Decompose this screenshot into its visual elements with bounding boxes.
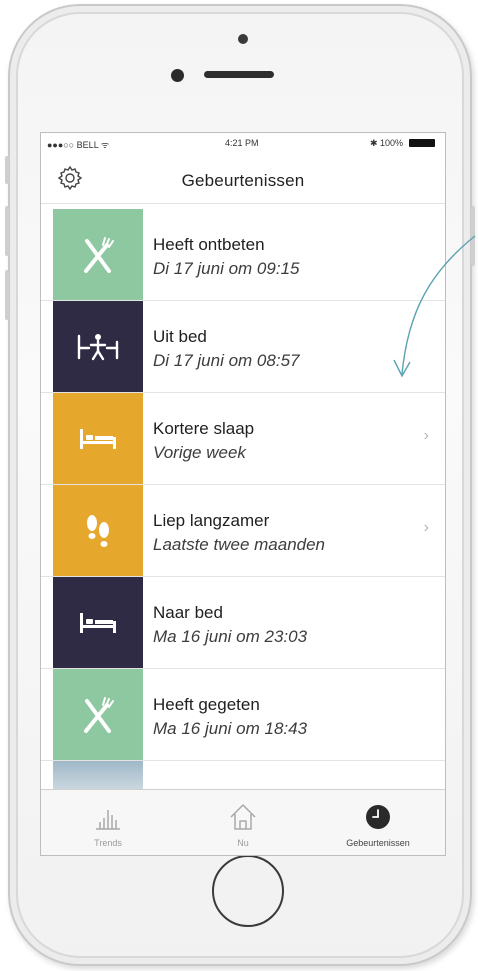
chevron-right-icon[interactable]: › xyxy=(424,427,429,445)
event-icon-tile xyxy=(53,577,143,668)
event-icon-tile xyxy=(53,485,143,576)
event-icon-tile xyxy=(53,669,143,760)
event-subtitle: Di 17 juni om 09:15 xyxy=(153,259,300,278)
event-title: Kortere slaap xyxy=(153,419,255,438)
tab-label: Trends xyxy=(94,838,122,848)
event-icon-tile xyxy=(53,301,143,392)
front-camera xyxy=(171,69,184,82)
camera-dot xyxy=(238,34,248,44)
bar-chart-icon xyxy=(96,810,120,830)
clock-label: 4:21 PM xyxy=(225,138,259,148)
event-row-partial[interactable] xyxy=(41,761,445,791)
page-title: Gebeurtenissen xyxy=(181,171,305,190)
earpiece-speaker xyxy=(204,71,274,78)
chevron-right-icon[interactable]: › xyxy=(424,519,429,537)
tab-gebeurtenissen[interactable]: Gebeurtenissen xyxy=(311,790,445,855)
status-bar: ●●●○○ BELL ᯤ 4:21 PM ✱ 100% xyxy=(41,133,445,153)
mute-switch xyxy=(5,156,9,184)
bed-icon xyxy=(80,612,116,633)
event-row[interactable]: Liep langzamer Laatste twee maanden › xyxy=(41,485,445,577)
tab-nu[interactable]: Nu xyxy=(176,790,310,855)
event-list: Heeft ontbeten Di 17 juni om 09:15 Uit b… xyxy=(41,209,445,791)
event-title: Uit bed xyxy=(153,327,207,346)
battery-label: ✱ 100% xyxy=(369,138,403,148)
home-icon xyxy=(230,804,256,830)
home-button[interactable] xyxy=(212,855,284,927)
fork-knife-icon xyxy=(84,236,114,273)
volume-down-button xyxy=(5,270,9,320)
event-subtitle: Di 17 juni om 08:57 xyxy=(153,351,300,370)
tab-bar: Trends Nu Gebeurtenissen xyxy=(41,789,445,855)
event-icon-tile xyxy=(53,393,143,484)
event-row[interactable]: Uit bed Di 17 juni om 08:57 xyxy=(41,301,445,393)
event-subtitle: Laatste twee maanden xyxy=(153,535,326,554)
fork-knife-icon xyxy=(84,696,114,733)
event-row[interactable]: Heeft gegeten Ma 16 juni om 18:43 xyxy=(41,669,445,761)
clock-icon xyxy=(366,805,390,829)
event-row[interactable]: Heeft ontbeten Di 17 juni om 09:15 xyxy=(41,209,445,301)
bed-icon xyxy=(80,428,116,449)
event-row[interactable]: Naar bed Ma 16 juni om 23:03 xyxy=(41,577,445,669)
tab-trends[interactable]: Trends xyxy=(41,790,175,855)
event-title: Liep langzamer xyxy=(153,511,270,530)
event-title: Naar bed xyxy=(153,603,223,622)
event-title: Heeft gegeten xyxy=(153,695,260,714)
event-row[interactable]: Kortere slaap Vorige week › xyxy=(41,393,445,485)
tab-label: Nu xyxy=(237,838,249,848)
screen: ●●●○○ BELL ᯤ 4:21 PM ✱ 100% Gebeurteniss… xyxy=(40,132,446,856)
event-icon-tile xyxy=(53,761,143,791)
event-title: Heeft ontbeten xyxy=(153,235,265,254)
event-subtitle: Ma 16 juni om 18:43 xyxy=(153,719,308,738)
navigation-bar: Gebeurtenissen xyxy=(41,153,445,204)
event-icon-tile xyxy=(53,209,143,300)
event-subtitle: Ma 16 juni om 23:03 xyxy=(153,627,308,646)
out-of-bed-icon xyxy=(77,333,119,360)
annotation-arrow-icon xyxy=(393,235,476,378)
tab-label: Gebeurtenissen xyxy=(346,838,410,848)
volume-up-button xyxy=(5,206,9,256)
footprints-icon xyxy=(87,514,109,547)
carrier-label: ●●●○○ BELL ᯤ xyxy=(47,140,110,150)
battery-icon xyxy=(409,139,435,147)
event-subtitle: Vorige week xyxy=(153,443,246,462)
